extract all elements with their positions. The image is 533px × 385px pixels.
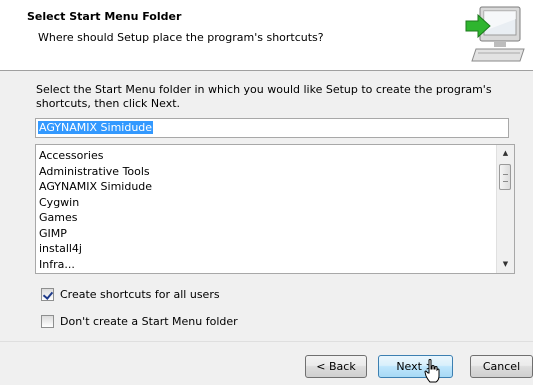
list-item[interactable]: Cygwin <box>39 195 514 211</box>
scrollbar-thumb[interactable] <box>499 164 511 190</box>
all-users-label[interactable]: Create shortcuts for all users <box>60 288 220 301</box>
folder-input-value: AGYNAMIX Simidude <box>38 121 154 134</box>
list-item[interactable]: Accessories <box>39 148 514 164</box>
scroll-down-arrow-icon[interactable]: ▼ <box>497 256 514 273</box>
start-menu-folder-input[interactable]: AGYNAMIX Simidude <box>35 118 509 138</box>
page-title: Select Start Menu Folder <box>27 10 182 23</box>
list-item[interactable]: Administrative Tools <box>39 164 514 180</box>
computer-install-icon <box>465 6 525 62</box>
wizard-header: Select Start Menu Folder Where should Se… <box>0 0 533 71</box>
no-folder-checkbox[interactable] <box>41 314 54 328</box>
wizard-body: Select the Start Menu folder in which yo… <box>0 71 533 341</box>
list-item[interactable]: install4j <box>39 241 514 257</box>
no-folder-option[interactable]: Don't create a Start Menu folder <box>41 313 238 329</box>
list-item[interactable]: Games <box>39 210 514 226</box>
wizard-footer: < Back Next > Cancel <box>0 341 533 385</box>
start-menu-folder-list[interactable]: Accessories Administrative Tools AGYNAMI… <box>35 144 515 274</box>
page-subtitle: Where should Setup place the program's s… <box>38 31 324 44</box>
list-item[interactable]: GIMP <box>39 226 514 242</box>
list-item[interactable]: AGYNAMIX Simidude <box>39 179 514 195</box>
no-folder-label[interactable]: Don't create a Start Menu folder <box>60 315 238 328</box>
instruction-text: Select the Start Menu folder in which yo… <box>36 83 492 110</box>
cancel-button[interactable]: Cancel <box>470 355 533 378</box>
list-scrollbar[interactable]: ▲ ▼ <box>496 145 514 273</box>
back-button[interactable]: < Back <box>305 355 367 378</box>
list-item[interactable]: Infra... <box>39 257 514 273</box>
all-users-checkbox[interactable] <box>41 287 54 301</box>
hand-cursor-icon <box>424 359 440 383</box>
all-users-option[interactable]: Create shortcuts for all users <box>41 286 220 302</box>
next-button[interactable]: Next > <box>378 355 453 378</box>
scroll-up-arrow-icon[interactable]: ▲ <box>497 145 514 162</box>
